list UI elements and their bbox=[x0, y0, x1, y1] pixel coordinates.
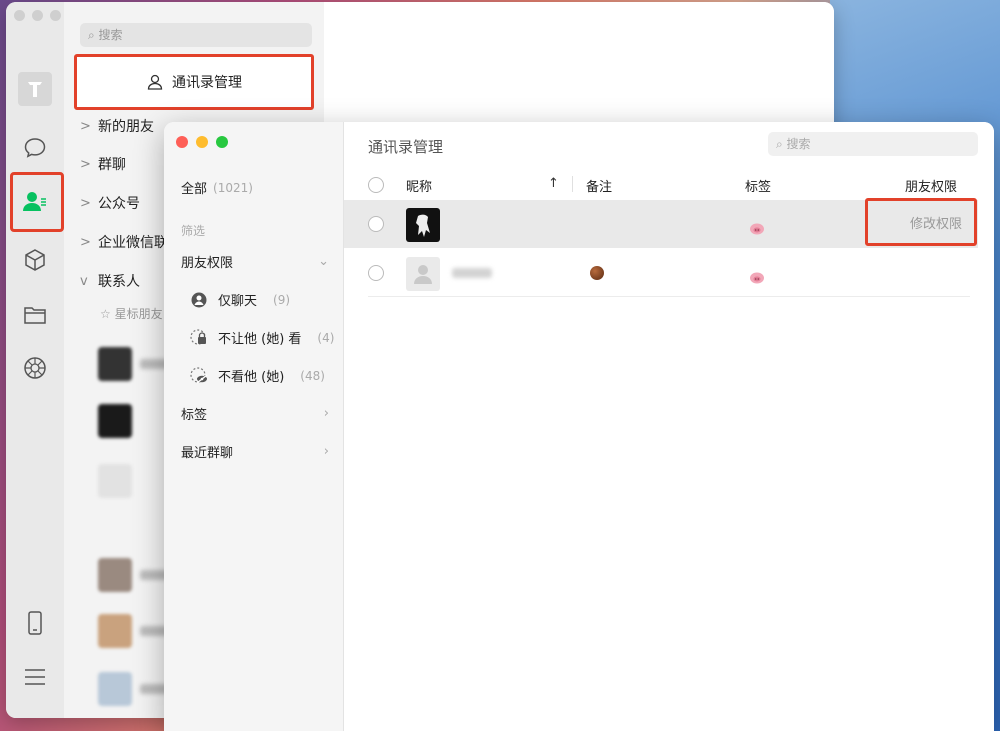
nav-official-accounts[interactable]: > 公众号 bbox=[80, 193, 140, 213]
manager-main: 通讯录管理 ⌕ 搜索 昵称 ↑ 备注 标签 朋友权限 修改权限 bbox=[344, 122, 994, 731]
search-placeholder: 搜索 bbox=[786, 137, 811, 151]
perm-label: 仅聊天 bbox=[218, 294, 258, 309]
minimize-button-inactive[interactable] bbox=[32, 10, 43, 21]
filter-all-label: 全部 bbox=[181, 182, 208, 197]
column-nickname[interactable]: 昵称 bbox=[406, 176, 432, 195]
chat-only-icon bbox=[190, 291, 208, 309]
perm-count: (48) bbox=[300, 368, 325, 383]
chevron-right-icon: › bbox=[323, 444, 329, 459]
menu-icon[interactable] bbox=[20, 662, 50, 692]
contacts-manage-label: 通讯录管理 bbox=[172, 75, 242, 91]
moments-icon[interactable] bbox=[20, 353, 50, 383]
filter-all[interactable]: 全部 (1021) bbox=[181, 178, 329, 198]
manager-sidebar: 全部 (1021) 筛选 朋友权限 ⌄ 仅聊天 (9) 不让他 (她) 看 (4… bbox=[164, 122, 344, 731]
cube-icon[interactable] bbox=[20, 245, 50, 275]
select-all-checkbox[interactable] bbox=[368, 177, 384, 193]
person-icon bbox=[147, 74, 163, 90]
nav-label: 公众号 bbox=[98, 196, 140, 212]
pig-tag-icon bbox=[749, 269, 765, 284]
app-sidebar bbox=[6, 2, 64, 718]
remark-emoji-icon bbox=[590, 266, 604, 280]
column-remark[interactable]: 备注 bbox=[586, 176, 612, 195]
phone-icon[interactable] bbox=[20, 608, 50, 638]
chevron-right-icon: > bbox=[80, 234, 91, 250]
contact-avatar[interactable] bbox=[98, 672, 132, 706]
starred-friends-header: ☆ 星标朋友 bbox=[100, 307, 163, 321]
perm-chat-only[interactable]: 仅聊天 (9) bbox=[190, 290, 290, 309]
window-controls-inactive bbox=[14, 10, 61, 21]
row-checkbox[interactable] bbox=[368, 265, 384, 281]
nav-new-friends[interactable]: > 新的朋友 bbox=[80, 116, 154, 136]
filter-tags-label: 标签 bbox=[181, 408, 208, 423]
contact-avatar bbox=[406, 208, 440, 242]
chevron-right-icon: › bbox=[323, 406, 329, 421]
chevron-right-icon: > bbox=[80, 118, 91, 134]
contact-avatar[interactable] bbox=[98, 347, 132, 381]
chevron-down-icon: v bbox=[80, 273, 88, 289]
pig-tag-icon bbox=[749, 220, 765, 235]
filter-recent-groups[interactable]: 最近群聊 › bbox=[181, 442, 329, 461]
zoom-button[interactable] bbox=[216, 136, 228, 148]
friend-permission-label: 朋友权限 bbox=[181, 256, 234, 271]
chat-icon[interactable] bbox=[20, 133, 50, 163]
avatar[interactable] bbox=[18, 72, 52, 106]
sort-arrow-icon[interactable]: ↑ bbox=[548, 176, 559, 191]
contact-avatar[interactable] bbox=[98, 614, 132, 648]
minimize-button[interactable] bbox=[196, 136, 208, 148]
filter-section-label: 筛选 bbox=[181, 224, 206, 238]
contact-name-blurred bbox=[452, 268, 492, 278]
eye-hidden-icon bbox=[190, 366, 208, 385]
contact-avatar[interactable] bbox=[98, 464, 132, 498]
column-tag[interactable]: 标签 bbox=[745, 176, 771, 195]
search-placeholder: 搜索 bbox=[98, 28, 123, 42]
window-controls bbox=[176, 136, 228, 148]
perm-label: 不让他 (她) 看 bbox=[218, 332, 302, 347]
nav-group-chats[interactable]: > 群聊 bbox=[80, 154, 126, 174]
filter-tags[interactable]: 标签 › bbox=[181, 404, 329, 423]
filter-recent-groups-label: 最近群聊 bbox=[181, 446, 234, 461]
perm-count: (9) bbox=[273, 292, 291, 307]
contacts-manager-window: 全部 (1021) 筛选 朋友权限 ⌄ 仅聊天 (9) 不让他 (她) 看 (4… bbox=[164, 122, 994, 731]
folder-icon[interactable] bbox=[20, 300, 50, 330]
edit-permission-highlight: 修改权限 bbox=[865, 198, 977, 246]
chevron-right-icon: > bbox=[80, 195, 91, 211]
nav-contacts[interactable]: v 联系人 bbox=[80, 271, 140, 291]
table-row[interactable] bbox=[344, 249, 978, 297]
edit-permission-button[interactable]: 修改权限 bbox=[910, 213, 962, 232]
contact-avatar[interactable] bbox=[98, 558, 132, 592]
page-title: 通讯录管理 bbox=[368, 138, 444, 156]
perm-count: (4) bbox=[317, 330, 335, 345]
contact-avatar bbox=[406, 257, 440, 291]
perm-hide-their-posts[interactable]: 不看他 (她) (48) bbox=[190, 366, 325, 385]
contacts-icon[interactable] bbox=[20, 187, 50, 217]
nav-label: 群聊 bbox=[98, 157, 126, 173]
zoom-button-inactive[interactable] bbox=[50, 10, 61, 21]
nav-label: 新的朋友 bbox=[98, 119, 154, 135]
nav-label: 企业微信联 bbox=[98, 235, 168, 251]
search-input[interactable]: ⌕ 搜索 bbox=[80, 23, 312, 47]
close-button[interactable] bbox=[176, 136, 188, 148]
column-divider bbox=[572, 176, 573, 192]
close-button-inactive[interactable] bbox=[14, 10, 25, 21]
perm-hide-my-posts[interactable]: 不让他 (她) 看 (4) bbox=[190, 328, 334, 347]
column-permission[interactable]: 朋友权限 bbox=[905, 176, 957, 195]
friend-permission-group[interactable]: 朋友权限 ⌄ bbox=[181, 252, 329, 271]
lock-icon bbox=[190, 328, 208, 347]
perm-label: 不看他 (她) bbox=[218, 370, 285, 385]
contacts-manage-button[interactable]: 通讯录管理 bbox=[74, 54, 314, 110]
row-checkbox[interactable] bbox=[368, 216, 384, 232]
chevron-right-icon: > bbox=[80, 156, 91, 172]
filter-all-count: (1021) bbox=[213, 180, 253, 195]
row-divider bbox=[368, 296, 970, 297]
nav-label: 联系人 bbox=[98, 274, 140, 290]
chevron-down-icon: ⌄ bbox=[318, 254, 329, 269]
manager-search-input[interactable]: ⌕ 搜索 bbox=[768, 132, 978, 156]
nav-wecom-contacts[interactable]: > 企业微信联 bbox=[80, 232, 168, 252]
contact-avatar[interactable] bbox=[98, 404, 132, 438]
